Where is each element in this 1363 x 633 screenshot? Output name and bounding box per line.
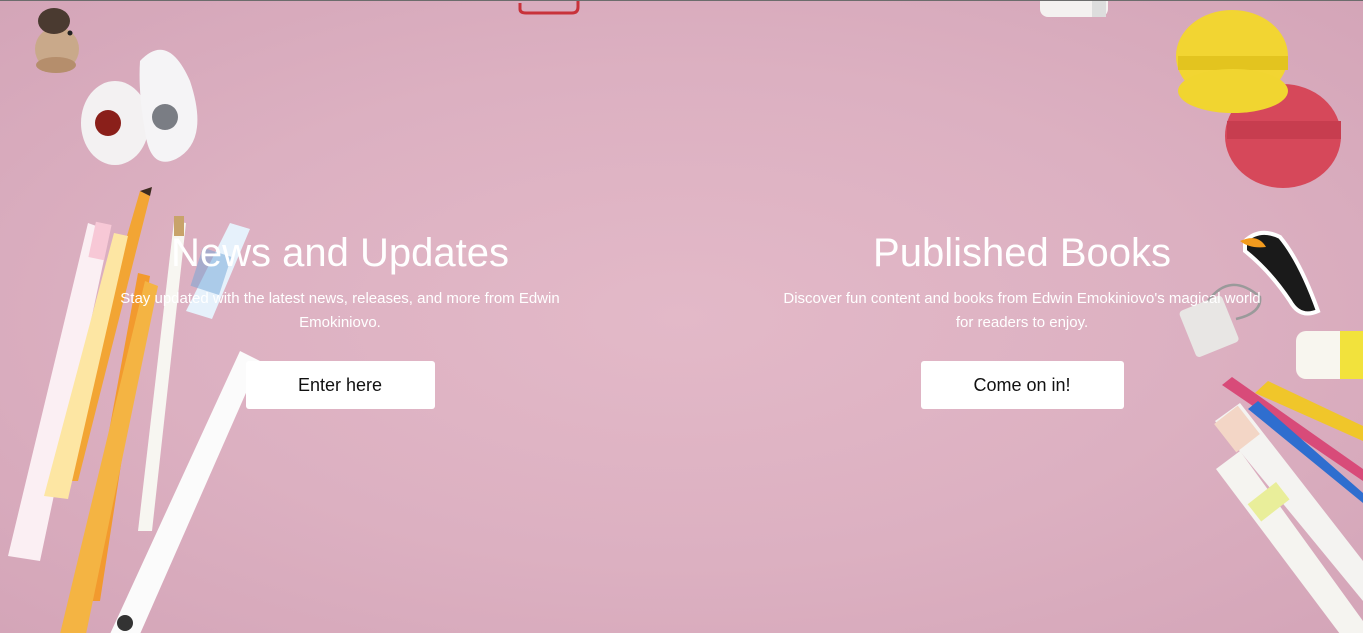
news-title: News and Updates [171,231,509,275]
tube-icon [1040,1,1108,17]
books-description: Discover fun content and books from Edwi… [783,290,1261,331]
macaron-icon [1176,10,1341,188]
paper-clip-icon [518,1,580,15]
tube-icon [1296,331,1363,379]
come-on-in-button[interactable]: Come on in! [920,361,1124,409]
hedgehog-figurine-icon [35,8,79,73]
eraser-icon [81,49,198,165]
books-panel: Published Books Discover fun content and… [772,229,1272,409]
enter-here-button[interactable]: Enter here [245,361,435,409]
news-panel: News and Updates Stay updated with the l… [90,229,590,409]
books-title: Published Books [873,231,1171,275]
news-description: Stay updated with the latest news, relea… [120,290,560,331]
hero-section: News and Updates Stay updated with the l… [0,0,1363,633]
